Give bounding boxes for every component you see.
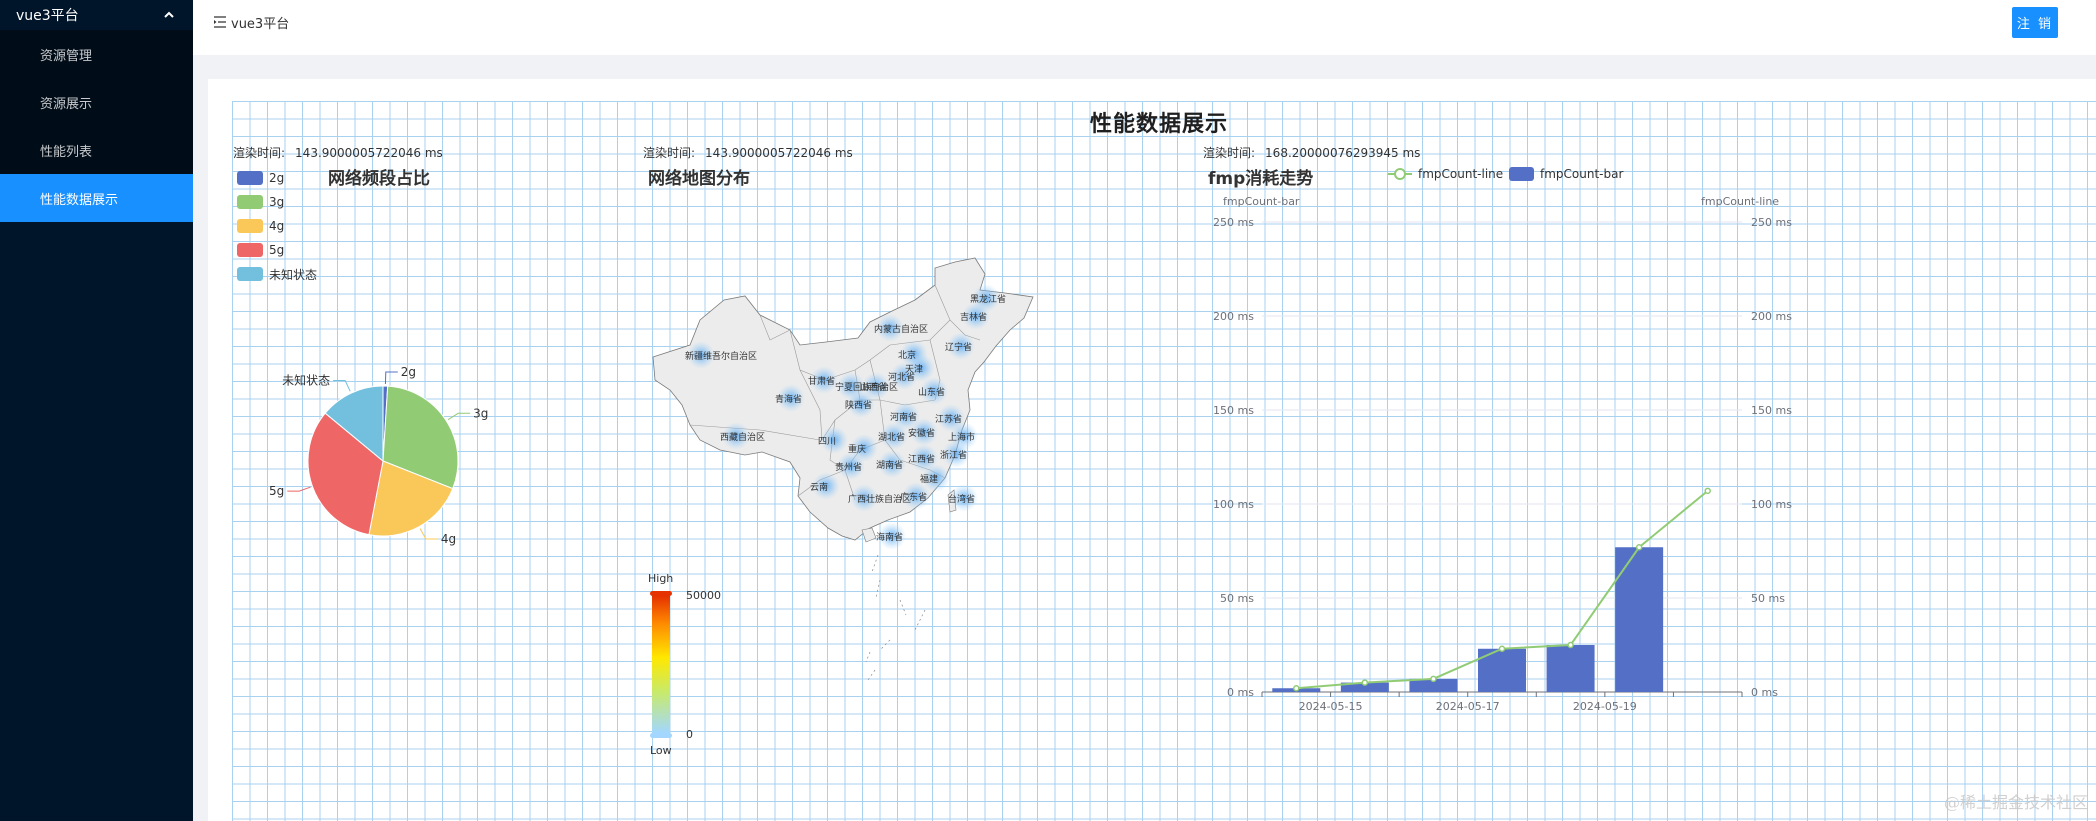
y-tick-right: 0 ms bbox=[1751, 686, 1778, 699]
legend-line-marker bbox=[1394, 168, 1406, 180]
bar[interactable] bbox=[1546, 645, 1595, 692]
x-tick-label: 2024-05-15 bbox=[1299, 700, 1363, 713]
watermark: @稀土掘金技术社区 bbox=[1943, 793, 2088, 812]
line-point[interactable] bbox=[1293, 684, 1300, 692]
line-point[interactable] bbox=[1361, 679, 1369, 686]
y-axis-name-right: fmpCount-line bbox=[1701, 195, 1779, 208]
y-tick-left: 0 ms bbox=[1227, 686, 1254, 699]
y-tick-right: 200 ms bbox=[1751, 310, 1792, 323]
fmp-chart: 0 ms 0 ms 50 ms 50 ms 100 ms 100 ms 150 ms 150 … bbox=[1213, 167, 1792, 713]
bar[interactable] bbox=[1615, 547, 1664, 692]
x-tick-label: 2024-05-17 bbox=[1436, 700, 1500, 713]
legend-label[interactable]: fmpCount-bar bbox=[1540, 167, 1623, 181]
y-tick-left: 150 ms bbox=[1213, 404, 1254, 417]
line-point[interactable] bbox=[1635, 543, 1643, 551]
y-tick-right: 250 ms bbox=[1751, 216, 1792, 229]
line-point[interactable] bbox=[1430, 675, 1437, 683]
line-point[interactable] bbox=[1498, 645, 1506, 653]
line-point[interactable] bbox=[1704, 487, 1711, 495]
y-tick-left: 50 ms bbox=[1220, 592, 1254, 605]
legend-label[interactable]: fmpCount-line bbox=[1418, 167, 1503, 181]
x-tick-label: 2024-05-19 bbox=[1573, 700, 1637, 713]
y-tick-right: 100 ms bbox=[1751, 498, 1792, 511]
y-axis-name-left: fmpCount-bar bbox=[1223, 195, 1300, 208]
legend-bar-swatch bbox=[1509, 167, 1534, 181]
line-point[interactable] bbox=[1567, 641, 1574, 649]
y-tick-right: 150 ms bbox=[1751, 404, 1792, 417]
y-tick-right: 50 ms bbox=[1751, 592, 1785, 605]
y-tick-left: 250 ms bbox=[1213, 216, 1254, 229]
fmp-legend: fmpCount-line fmpCount-bar bbox=[1388, 167, 1623, 181]
y-tick-left: 100 ms bbox=[1213, 498, 1254, 511]
y-tick-left: 200 ms bbox=[1213, 310, 1254, 323]
